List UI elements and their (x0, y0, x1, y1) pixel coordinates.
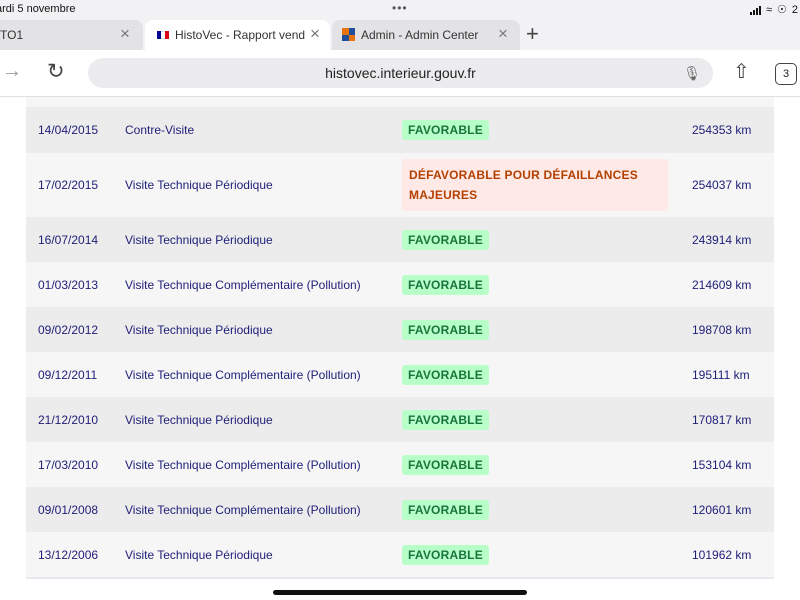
forward-arrow-icon[interactable]: → (2, 60, 22, 83)
table-row-top-spacer (26, 97, 774, 107)
inspection-table: 14/04/2015 Contre-Visite FAVORABLE 25435… (26, 97, 774, 579)
wifi-icon: ≈ (765, 3, 772, 16)
inspection-type: Visite Technique Complémentaire (Polluti… (125, 367, 361, 382)
close-icon[interactable]: × (498, 24, 508, 44)
table-row: 17/02/2015 Visite Technique Périodique D… (26, 153, 774, 217)
browser-toolbar: → ↻ histovec.interieur.gouv.fr 🎙 ⇧ 3 (0, 50, 800, 97)
inspection-type: Visite Technique Complémentaire (Polluti… (125, 277, 361, 292)
tab-label: HistoVec - Rapport vendeur (175, 28, 305, 42)
share-icon[interactable]: ⇧ (733, 59, 750, 84)
inspection-date: 17/03/2010 (38, 457, 99, 472)
table-row: 09/01/2008 Visite Technique Complémentai… (26, 487, 774, 532)
location-icon: ☉ (777, 4, 787, 16)
status-bar: ardi 5 novembre ••• ≈ ☉ 2 (0, 0, 800, 20)
status-badge: FAVORABLE (402, 499, 489, 520)
mileage: 214609 km (692, 277, 752, 292)
table-row: 01/03/2013 Visite Technique Complémentai… (26, 262, 774, 307)
close-icon[interactable]: × (120, 24, 130, 44)
inspection-type: Visite Technique Périodique (125, 178, 273, 192)
mileage: 170817 km (692, 412, 752, 427)
inspection-date: 01/03/2013 (38, 277, 99, 292)
table-row: 09/02/2012 Visite Technique Périodique F… (26, 307, 774, 352)
result-cell: FAVORABLE (402, 274, 692, 295)
tab-admin-center[interactable]: Admin - Admin Center × (332, 20, 520, 50)
result-cell: FAVORABLE (402, 544, 692, 565)
table-row: 21/12/2010 Visite Technique Périodique F… (26, 397, 774, 442)
status-badge: FAVORABLE (402, 544, 489, 565)
result-cell: FAVORABLE (402, 409, 692, 430)
status-badge: DÉFAVORABLE POUR DÉFAILLANCES MAJEURES (402, 159, 668, 211)
result-cell: FAVORABLE (402, 364, 692, 385)
status-badge: FAVORABLE (402, 319, 489, 340)
url-text[interactable]: histovec.interieur.gouv.fr (88, 65, 713, 81)
mileage: 153104 km (692, 457, 752, 472)
reload-icon[interactable]: ↻ (47, 59, 65, 84)
cellular-signal-icon (749, 5, 761, 15)
inspection-date: 17/02/2015 (38, 178, 99, 192)
address-bar[interactable]: histovec.interieur.gouv.fr 🎙 (88, 58, 713, 88)
battery-percent: 2 (791, 3, 798, 16)
french-flag-icon (157, 31, 169, 39)
inspection-date: 14/04/2015 (38, 123, 99, 137)
tab-overview-button[interactable]: 3 (775, 63, 797, 85)
table-row: 17/03/2010 Visite Technique Complémentai… (26, 442, 774, 487)
result-cell: DÉFAVORABLE POUR DÉFAILLANCES MAJEURES (402, 159, 692, 211)
mileage: 198708 km (692, 322, 752, 337)
inspection-type: Visite Technique Périodique (125, 322, 273, 337)
result-cell: FAVORABLE (402, 229, 692, 250)
result-cell: FAVORABLE (402, 120, 692, 140)
status-badge: FAVORABLE (402, 409, 489, 430)
inspection-type: Visite Technique Périodique (125, 412, 273, 427)
inspection-type: Contre-Visite (125, 123, 195, 137)
mileage: 254037 km (692, 178, 752, 192)
home-indicator[interactable] (273, 590, 527, 595)
microphone-icon[interactable]: 🎙 (683, 65, 701, 82)
mileage: 120601 km (692, 502, 752, 517)
status-badge: FAVORABLE (402, 274, 489, 295)
mileage: 243914 km (692, 232, 752, 247)
tab-label: Admin - Admin Center (361, 28, 479, 42)
mileage: 101962 km (692, 547, 752, 562)
table-row: 13/12/2006 Visite Technique Périodique F… (26, 532, 774, 577)
inspection-type: Visite Technique Complémentaire (Polluti… (125, 502, 361, 517)
mileage: 254353 km (692, 123, 752, 137)
tab-label: TO1 (0, 28, 24, 42)
inspection-type: Visite Technique Périodique (125, 547, 273, 562)
mileage: 195111 km (692, 367, 750, 382)
inspection-date: 16/07/2014 (38, 232, 99, 247)
table-row: 09/12/2011 Visite Technique Complémentai… (26, 352, 774, 397)
status-indicators: ≈ ☉ 2 (749, 3, 798, 16)
inspection-date: 09/12/2011 (38, 367, 98, 382)
inspection-date: 13/12/2006 (38, 547, 99, 562)
status-badge: FAVORABLE (402, 454, 489, 475)
status-date: ardi 5 novembre (0, 3, 76, 15)
close-icon[interactable]: × (310, 24, 320, 44)
result-cell: FAVORABLE (402, 319, 692, 340)
inspection-type: Visite Technique Complémentaire (Polluti… (125, 457, 361, 472)
admin-center-icon (342, 28, 355, 41)
tab-histovec[interactable]: HistoVec - Rapport vendeur × (145, 20, 330, 50)
inspection-date: 09/01/2008 (38, 502, 99, 517)
table-row: 14/04/2015 Contre-Visite FAVORABLE 25435… (26, 107, 774, 153)
tab-bar: TO1 × HistoVec - Rapport vendeur × Admin… (0, 20, 800, 50)
multitasking-dots[interactable]: ••• (392, 1, 408, 15)
page-content: 14/04/2015 Contre-Visite FAVORABLE 25435… (0, 97, 800, 600)
tab-to1[interactable]: TO1 × (0, 20, 143, 50)
inspection-date: 21/12/2010 (38, 412, 99, 427)
inspection-date: 09/02/2012 (38, 322, 99, 337)
result-cell: FAVORABLE (402, 499, 692, 520)
plus-icon[interactable]: + (526, 22, 539, 46)
result-cell: FAVORABLE (402, 454, 692, 475)
table-row: 16/07/2014 Visite Technique Périodique F… (26, 217, 774, 262)
status-badge: FAVORABLE (402, 120, 489, 140)
inspection-type: Visite Technique Périodique (125, 232, 273, 247)
status-badge: FAVORABLE (402, 364, 489, 385)
status-badge: FAVORABLE (402, 229, 489, 250)
